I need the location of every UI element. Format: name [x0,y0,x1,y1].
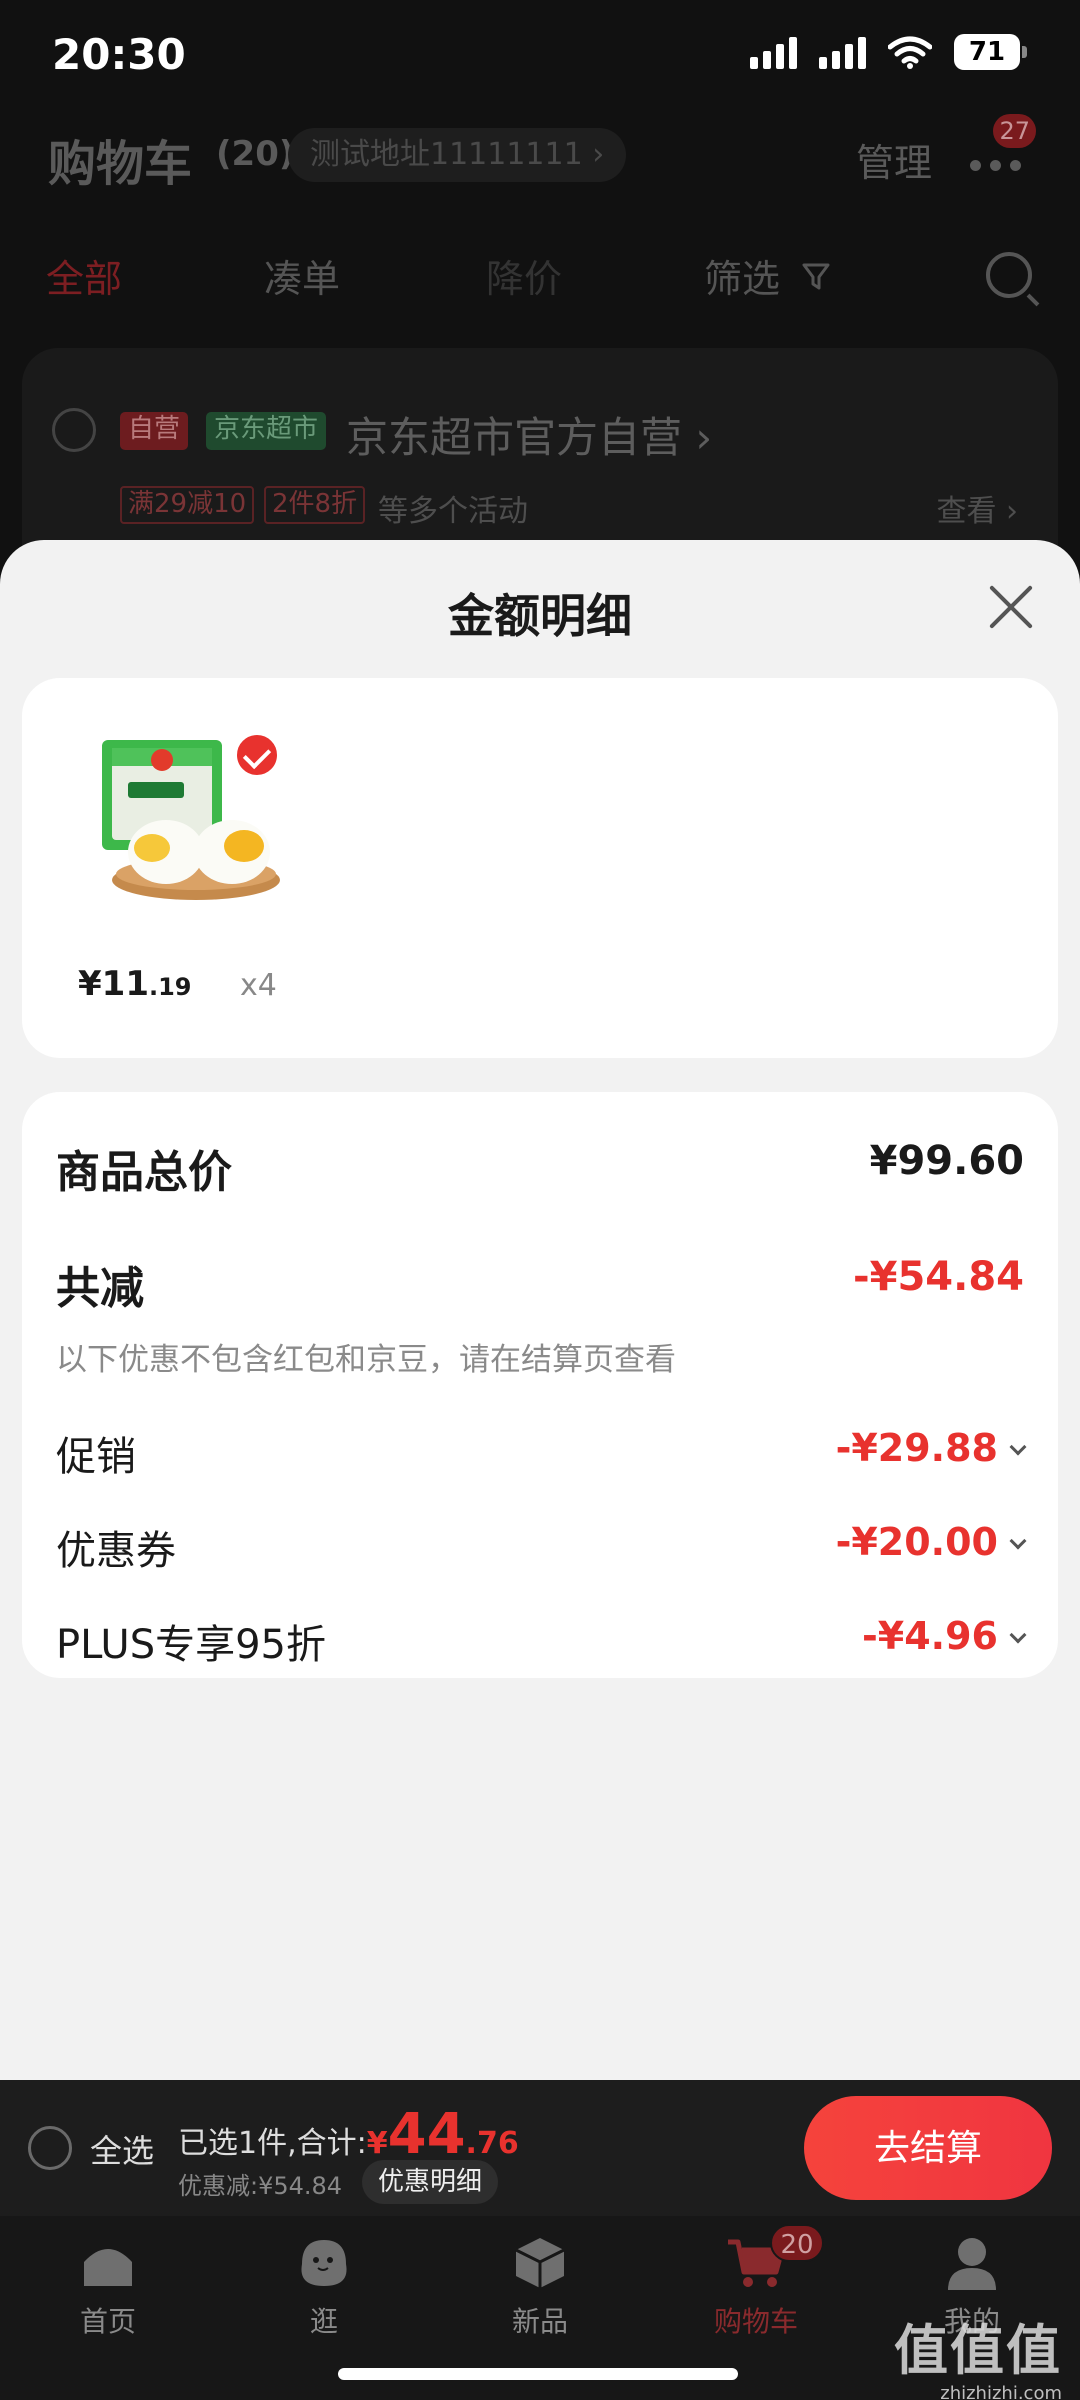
product-price-integer: ¥11 [78,964,149,1004]
search-icon[interactable] [986,252,1032,298]
total-price-label: 商品总价 [56,1147,232,1198]
store-name-link[interactable]: 京东超市官方自营 › [346,404,712,465]
tab-new-label: 新品 [511,2305,568,2338]
product-quantity: x4 [240,968,277,1003]
signal-icon-secondary [819,35,866,69]
chevron-down-icon [1009,1438,1027,1456]
product-price: ¥11.19 [78,964,192,1004]
status-time: 20:30 [52,30,186,79]
battery-indicator: 71 [954,34,1027,70]
filter-tabs: 全部 凑单 降价 筛选 [0,240,1080,310]
home-indicator[interactable] [338,2368,738,2380]
tab-price-drop[interactable]: 降价 [486,248,562,303]
status-bar: 20:30 71 [0,0,1080,110]
product-price-decimal: .19 [148,973,192,1001]
tab-all[interactable]: 全部 [46,248,122,303]
watermark-url: zhizhizhi.com [940,2383,1062,2400]
watermark: 值值值 zhizhizhi.com [894,2306,1062,2400]
watermark-logo: 值值值 [894,2319,1062,2382]
tab-browse[interactable]: 逛 [244,2234,404,2340]
total-reduction-value: -¥54.84 [853,1254,1024,1300]
total-reduction-label: 共减 [56,1263,144,1314]
tab-cart-label: 购物车 [713,2305,798,2338]
message-badge: 27 [993,114,1036,148]
discount-detail-button[interactable]: 优惠明细 [362,2160,499,2204]
funnel-icon [802,263,830,290]
browse-mascot-icon [301,2240,347,2286]
status-icons: 71 [750,34,1027,70]
product-card: ¥11.19 x4 [22,678,1058,1058]
discount-summary: 优惠减:¥54.84 [178,2172,343,2200]
promotion-value: -¥29.88 [835,1426,998,1470]
selected-check-icon [234,732,280,778]
total-decimal: .76 [465,2126,519,2161]
total-price-value: ¥99.60 [869,1138,1024,1184]
close-icon[interactable] [986,582,1036,632]
user-icon [948,2238,996,2290]
promo-more-text: 等多个活动 [378,494,528,529]
checkout-button[interactable]: 去结算 [804,2096,1052,2200]
promo-tag: 满29减10 [120,486,255,524]
selected-count-text: 已选1件,合计: [178,2126,367,2161]
cart-header: 购物车 (20) 测试地址11111111 › 管理 27 [0,110,1080,210]
home-icon [84,2249,132,2286]
promo-tag: 2件8折 [264,486,366,524]
tab-home[interactable]: 首页 [28,2234,188,2340]
plus-discount-label: PLUS专享95折 [56,1622,326,1668]
checkout-bar: 全选 已选1件,合计: ¥ 44 .76 优惠减:¥54.84 优惠明细 去结算 [0,2080,1080,2216]
wifi-icon [888,36,932,69]
view-promos-link[interactable]: 查看 › [936,486,1018,530]
tab-home-label: 首页 [79,2305,136,2338]
manage-button[interactable]: 管理 [856,132,932,187]
tab-new[interactable]: 新品 [460,2234,620,2340]
select-all-label[interactable]: 全选 [90,2126,154,2172]
promotion-label: 促销 [56,1434,136,1480]
coupon-value: -¥20.00 [835,1520,998,1564]
discount-note: 以下优惠不包含红包和京豆，请在结算页查看 [56,1342,676,1378]
plus-discount-value: -¥4.96 [862,1614,998,1658]
signal-icon [750,35,797,69]
total-integer: 44 [387,2102,466,2167]
tab-filter[interactable]: 筛选 [704,248,780,303]
amount-detail-sheet: 金额明细 ¥11.19 x4 商品总价 ¥99.60 共减 -¥54.84 以下… [0,540,1080,2080]
store-select-radio[interactable] [52,408,96,452]
tab-combine[interactable]: 凑单 [264,248,340,303]
jd-supermarket-tag: 京东超市 [206,412,327,450]
cart-tab-badge: 20 [770,2224,824,2262]
select-all-radio[interactable] [28,2126,72,2170]
total-currency: ¥ [366,2126,388,2161]
address-selector[interactable]: 测试地址11111111 › [288,128,627,182]
tab-browse-label: 逛 [309,2305,338,2338]
price-breakdown-card: 商品总价 ¥99.60 共减 -¥54.84 以下优惠不包含红包和京豆，请在结算… [22,1092,1058,1678]
sheet-title: 金额明细 [448,589,632,643]
chevron-down-icon [1009,1626,1027,1644]
cube-icon [515,2238,565,2288]
promotion-row[interactable]: -¥29.88 [835,1426,1027,1470]
cart-item-count: (20) [216,134,295,174]
coupon-row[interactable]: -¥20.00 [835,1520,1027,1564]
plus-discount-row[interactable]: -¥4.96 [862,1614,1027,1658]
chevron-down-icon [1009,1532,1027,1550]
self-operated-tag: 自营 [120,412,189,450]
page-title: 购物车 [48,136,193,192]
coupon-label: 优惠券 [56,1528,176,1574]
selected-summary: 已选1件,合计: ¥ 44 .76 [178,2102,519,2167]
